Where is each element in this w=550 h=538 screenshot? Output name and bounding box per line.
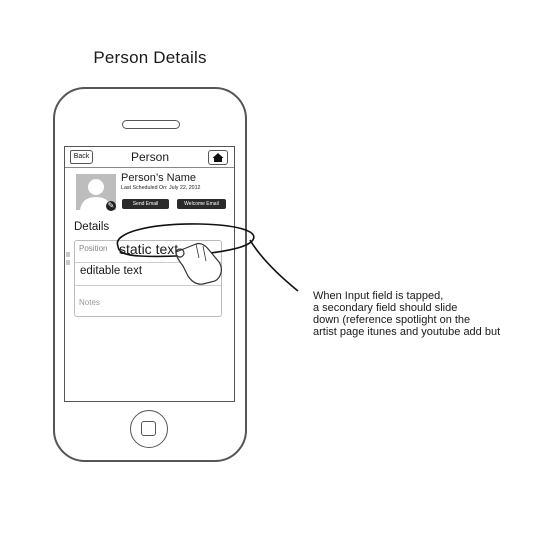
annotation-line: artist page itunes and youtube add but bbox=[313, 326, 501, 338]
annotation-line: When Input field is tapped, bbox=[313, 290, 444, 302]
annotation-line: down (reference spotlight on the bbox=[313, 314, 471, 326]
annotation-note: When Input field is tapped, a secondary f… bbox=[313, 290, 500, 338]
callout-line bbox=[249, 239, 299, 292]
annotation-line: a secondary field should slide bbox=[313, 302, 458, 314]
annotation-overlay bbox=[116, 223, 299, 292]
